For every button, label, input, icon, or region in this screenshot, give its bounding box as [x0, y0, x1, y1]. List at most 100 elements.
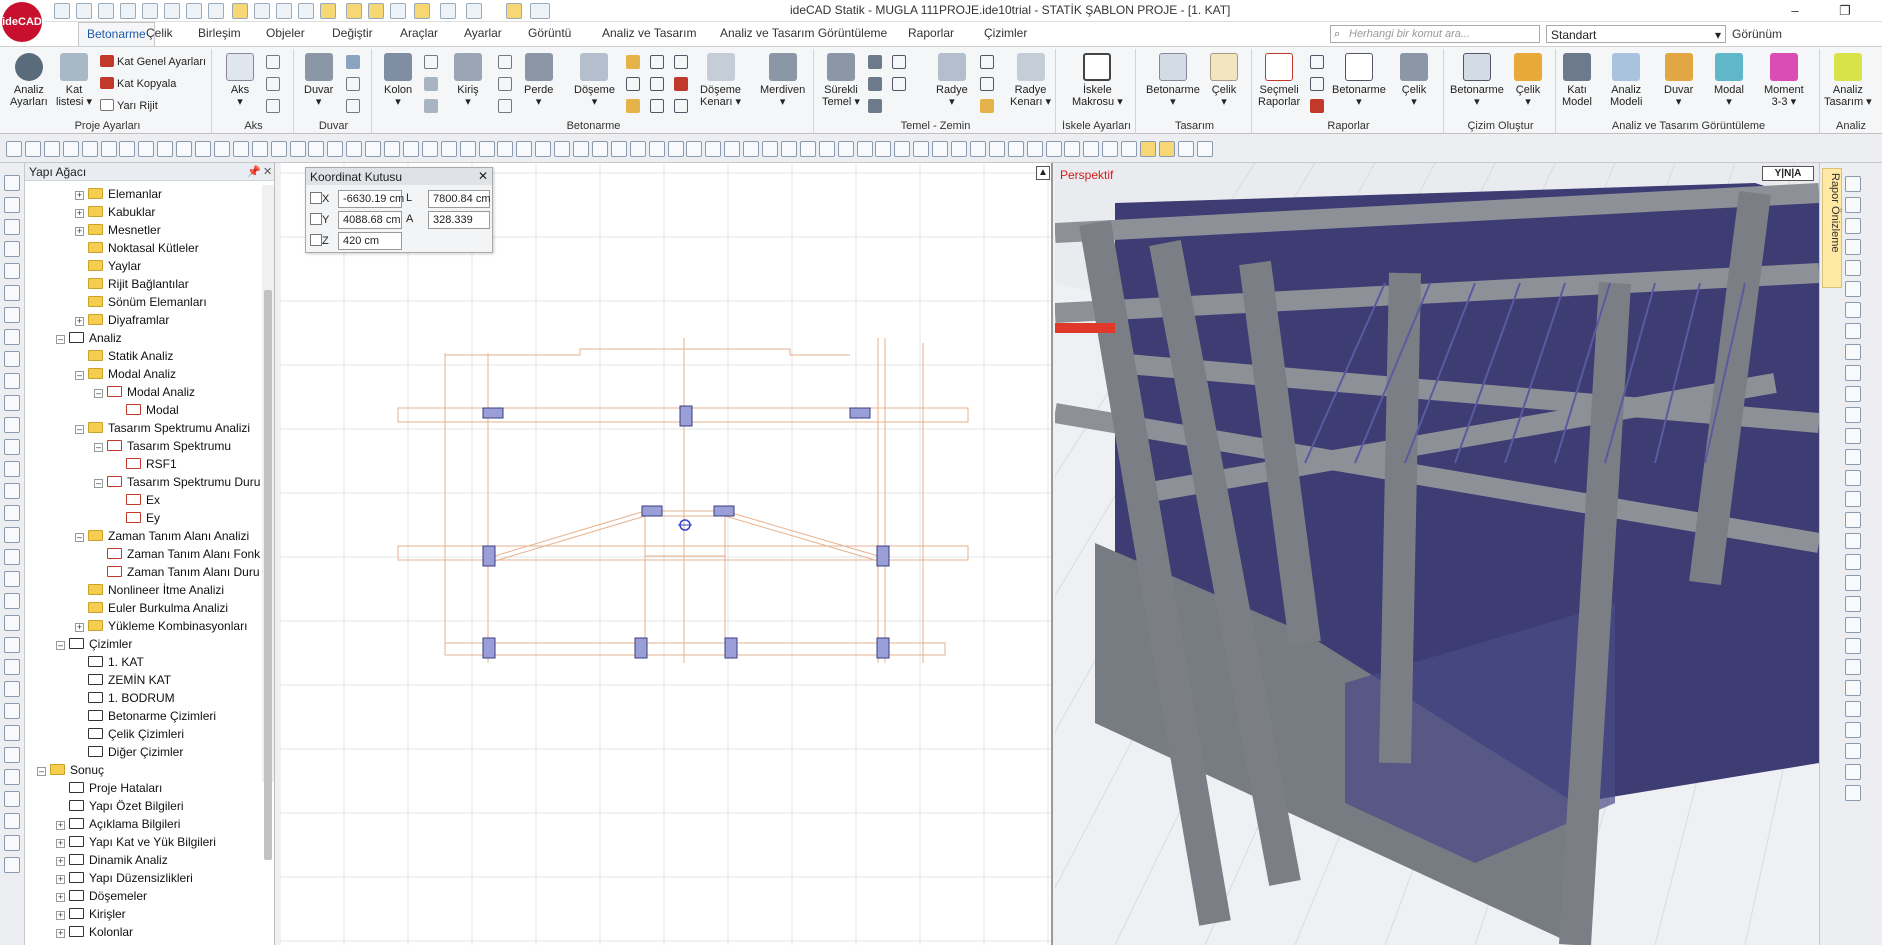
tab-analiz-ve-tasarim-goruntuleme[interactable]: Analiz ve Tasarım Görüntüleme [720, 26, 887, 40]
tree-item[interactable]: Betonarme Çizimleri [75, 707, 216, 725]
tree-item[interactable]: + Kolonlar [56, 923, 133, 941]
side-tool-icon[interactable] [4, 219, 20, 235]
side-tool-icon[interactable] [1845, 323, 1861, 339]
expand-toggle-icon[interactable]: – [75, 425, 84, 434]
raft-tool-2-icon[interactable] [980, 77, 994, 91]
expand-toggle-icon[interactable]: + [56, 839, 65, 848]
pin-icon[interactable]: 📌 [247, 165, 261, 178]
tree-item[interactable]: + Döşemeler [56, 887, 147, 905]
expand-toggle-icon[interactable]: – [94, 479, 103, 488]
plan-view[interactable] [280, 163, 1053, 945]
kiris-button[interactable]: Kiriş ▾ [454, 51, 482, 108]
side-tool-icon[interactable] [4, 615, 20, 631]
side-tool-icon[interactable] [4, 505, 20, 521]
print-icon[interactable] [208, 3, 224, 19]
side-tool-icon[interactable] [4, 351, 20, 367]
rapor-betonarme-button[interactable]: Betonarme ▾ [1332, 51, 1386, 108]
expand-toggle-icon[interactable]: + [56, 893, 65, 902]
open-folder-icon[interactable] [98, 3, 114, 19]
side-tool-icon[interactable] [4, 197, 20, 213]
footing-tool-2-icon[interactable] [868, 77, 882, 91]
footing-tool-5-icon[interactable] [892, 77, 906, 91]
tree-scrollbar-thumb[interactable] [264, 290, 272, 860]
kati-model-button[interactable]: Katı Model [1562, 51, 1592, 108]
toolbar-tool-icon[interactable] [138, 141, 155, 157]
kat-kopyala-button[interactable]: Kat Kopyala [100, 77, 176, 90]
side-tool-icon[interactable] [4, 241, 20, 257]
expand-toggle-icon[interactable]: – [94, 389, 103, 398]
toolbar-tool-icon[interactable] [346, 141, 363, 157]
side-tool-icon[interactable] [1845, 743, 1861, 759]
toolbar-tool-icon[interactable] [1064, 141, 1081, 157]
move-icon[interactable] [298, 3, 314, 19]
toolbar-tool-icon[interactable] [516, 141, 533, 157]
toolbar-tool-icon[interactable] [440, 141, 457, 157]
snap-mid-icon[interactable] [414, 3, 430, 19]
toolbar-tool-icon[interactable] [270, 141, 287, 157]
slab-tool-5-icon[interactable] [650, 77, 664, 91]
beam-tool-1-icon[interactable] [498, 55, 512, 69]
moment-button[interactable]: Moment 3-3 ▾ [1764, 51, 1804, 108]
side-tool-icon[interactable] [1845, 575, 1861, 591]
tab-objeler[interactable]: Objeler [266, 26, 305, 40]
toolbar-tool-icon[interactable] [856, 141, 873, 157]
toolbar-tool-icon[interactable] [535, 141, 552, 157]
tree-item[interactable]: – Tasarım Spektrumu Duru [94, 473, 260, 491]
tree-item[interactable]: Nonlineer İtme Analizi [75, 581, 224, 599]
kat-listesi-button[interactable]: Kat listesi ▾ [56, 51, 92, 108]
side-tool-icon[interactable] [4, 835, 20, 851]
side-tool-icon[interactable] [4, 791, 20, 807]
save-icon[interactable] [120, 3, 136, 19]
side-tool-icon[interactable] [1845, 554, 1861, 570]
expand-toggle-icon[interactable]: – [56, 641, 65, 650]
tree-item[interactable]: Ex [113, 491, 160, 509]
home-icon[interactable] [54, 3, 70, 19]
toolbar-tool-icon[interactable] [251, 141, 268, 157]
side-tool-icon[interactable] [4, 285, 20, 301]
side-tool-icon[interactable] [1845, 722, 1861, 738]
save-as-icon[interactable] [142, 3, 158, 19]
command-search-input[interactable]: ⌕ Herhangi bir komut ara... [1330, 25, 1540, 43]
side-tool-icon[interactable] [4, 483, 20, 499]
toolbar-tool-icon[interactable] [629, 141, 646, 157]
side-tool-icon[interactable] [1845, 533, 1861, 549]
cizim-betonarme-button[interactable]: Betonarme ▾ [1450, 51, 1504, 108]
perde-button[interactable]: Perde ▾ [524, 51, 553, 108]
toolbar-tool-icon[interactable] [686, 141, 703, 157]
side-tool-icon[interactable] [1845, 680, 1861, 696]
opening-icon[interactable] [346, 99, 360, 113]
app-logo[interactable]: ideCAD [2, 2, 42, 42]
side-tool-icon[interactable] [1845, 218, 1861, 234]
toolbar-tool-icon[interactable] [157, 141, 174, 157]
tree-item[interactable]: Çelik Çizimleri [75, 725, 184, 743]
tree-item[interactable]: Proje Hataları [56, 779, 162, 797]
snap-line-icon[interactable] [390, 3, 406, 19]
snap-point-icon[interactable] [368, 3, 384, 19]
tree-item[interactable]: Euler Burkulma Analizi [75, 599, 228, 617]
side-tool-icon[interactable] [1845, 407, 1861, 423]
toolbar-tool-icon[interactable] [969, 141, 986, 157]
curve-axis-icon[interactable] [266, 77, 280, 91]
side-tool-icon[interactable] [4, 329, 20, 345]
slab-tool-9-icon[interactable] [674, 99, 688, 113]
x-coordinate-field[interactable]: -6630.19 cm [338, 190, 404, 208]
y-lock-checkbox[interactable] [310, 213, 322, 225]
toolbar-tool-icon[interactable] [365, 141, 382, 157]
side-tool-icon[interactable] [1845, 659, 1861, 675]
toolbar-tool-icon[interactable] [667, 141, 684, 157]
side-tool-icon[interactable] [1845, 701, 1861, 717]
toolbar-tool-icon[interactable] [799, 141, 816, 157]
tab-cizimler[interactable]: Çizimler [984, 26, 1027, 40]
toolbar-tool-icon[interactable] [780, 141, 797, 157]
tree-item[interactable]: + Kabuklar [75, 203, 155, 221]
duvar-goruntuleme-button[interactable]: Duvar ▾ [1664, 51, 1693, 108]
toolbar-tool-icon[interactable] [402, 141, 419, 157]
modal-button[interactable]: Modal ▾ [1714, 51, 1744, 108]
expand-toggle-icon[interactable]: + [56, 857, 65, 866]
close-coord-box-button[interactable]: ✕ [478, 169, 488, 183]
tree-item[interactable]: – Sonuç [37, 761, 104, 779]
toolbar-tool-icon[interactable] [591, 141, 608, 157]
side-tool-icon[interactable] [4, 571, 20, 587]
toolbar-tool-icon[interactable] [743, 141, 760, 157]
tasarim-betonarme-button[interactable]: Betonarme ▾ [1146, 51, 1200, 108]
